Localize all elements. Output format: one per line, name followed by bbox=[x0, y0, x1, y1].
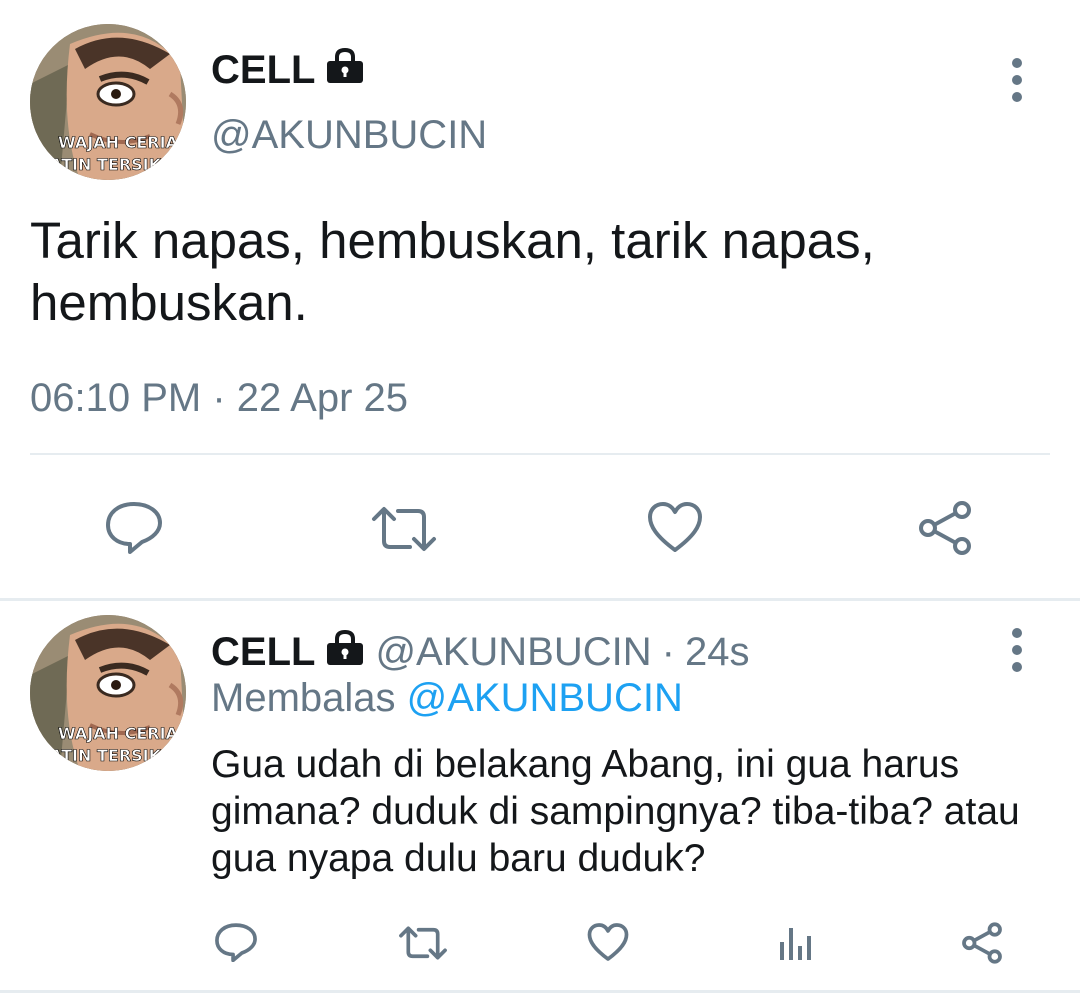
reply-icon[interactable] bbox=[214, 922, 258, 962]
avatar-caption: WAJAH CERIA bbox=[58, 133, 179, 152]
lock-icon bbox=[325, 47, 365, 91]
display-name-text: CELL bbox=[211, 47, 316, 92]
like-icon[interactable] bbox=[646, 500, 704, 554]
avatar-caption: WAJAH CERIA bbox=[58, 724, 179, 743]
meta-separator: · bbox=[661, 629, 675, 674]
reply-age[interactable]: 24s bbox=[685, 632, 750, 672]
retweet-icon[interactable] bbox=[398, 925, 448, 961]
user-handle[interactable]: @AKUNBUCIN bbox=[211, 115, 487, 155]
retweet-icon[interactable] bbox=[370, 505, 438, 553]
more-options-icon[interactable] bbox=[1012, 58, 1022, 102]
reply-avatar[interactable]: WAJAH CERIA ATIN TERSIKS bbox=[30, 615, 186, 771]
reply-text: Gua udah di belakang Abang, ini gua haru… bbox=[211, 743, 1020, 880]
tweet-text: Tarik napas, hembuskan, tarik napas, hem… bbox=[30, 212, 875, 331]
reply-more-options-icon[interactable] bbox=[1012, 628, 1022, 672]
avatar-image: WAJAH CERIA ATIN TERSIKS bbox=[30, 24, 186, 180]
avatar-caption: ATIN TERSIKS bbox=[50, 155, 173, 174]
reply-header: CELL @AKUNBUCIN · 24s bbox=[211, 629, 750, 674]
section-divider bbox=[0, 598, 1080, 601]
replying-to-mention[interactable]: @AKUNBUCIN bbox=[407, 676, 683, 720]
replying-to: Membalas @AKUNBUCIN bbox=[211, 678, 683, 718]
reply-icon[interactable] bbox=[104, 500, 164, 554]
tweet-timestamp[interactable]: 06:10 PM · 22 Apr 25 bbox=[30, 378, 408, 418]
avatar-image: WAJAH CERIA ATIN TERSIKS bbox=[30, 615, 186, 771]
reply-display-name[interactable]: CELL bbox=[211, 629, 365, 674]
reply-display-name-text: CELL bbox=[211, 629, 316, 674]
lock-icon bbox=[325, 629, 365, 673]
share-icon[interactable] bbox=[916, 500, 974, 556]
divider bbox=[30, 453, 1050, 455]
avatar[interactable]: WAJAH CERIA ATIN TERSIKS bbox=[30, 24, 186, 180]
avatar-caption: ATIN TERSIKS bbox=[50, 746, 173, 765]
reply-user-handle[interactable]: @AKUNBUCIN bbox=[375, 632, 651, 672]
share-icon[interactable] bbox=[960, 922, 1004, 964]
display-name[interactable]: CELL bbox=[211, 47, 365, 92]
analytics-icon[interactable] bbox=[776, 924, 816, 962]
replying-to-label: Membalas bbox=[211, 676, 396, 720]
like-icon[interactable] bbox=[586, 922, 630, 962]
